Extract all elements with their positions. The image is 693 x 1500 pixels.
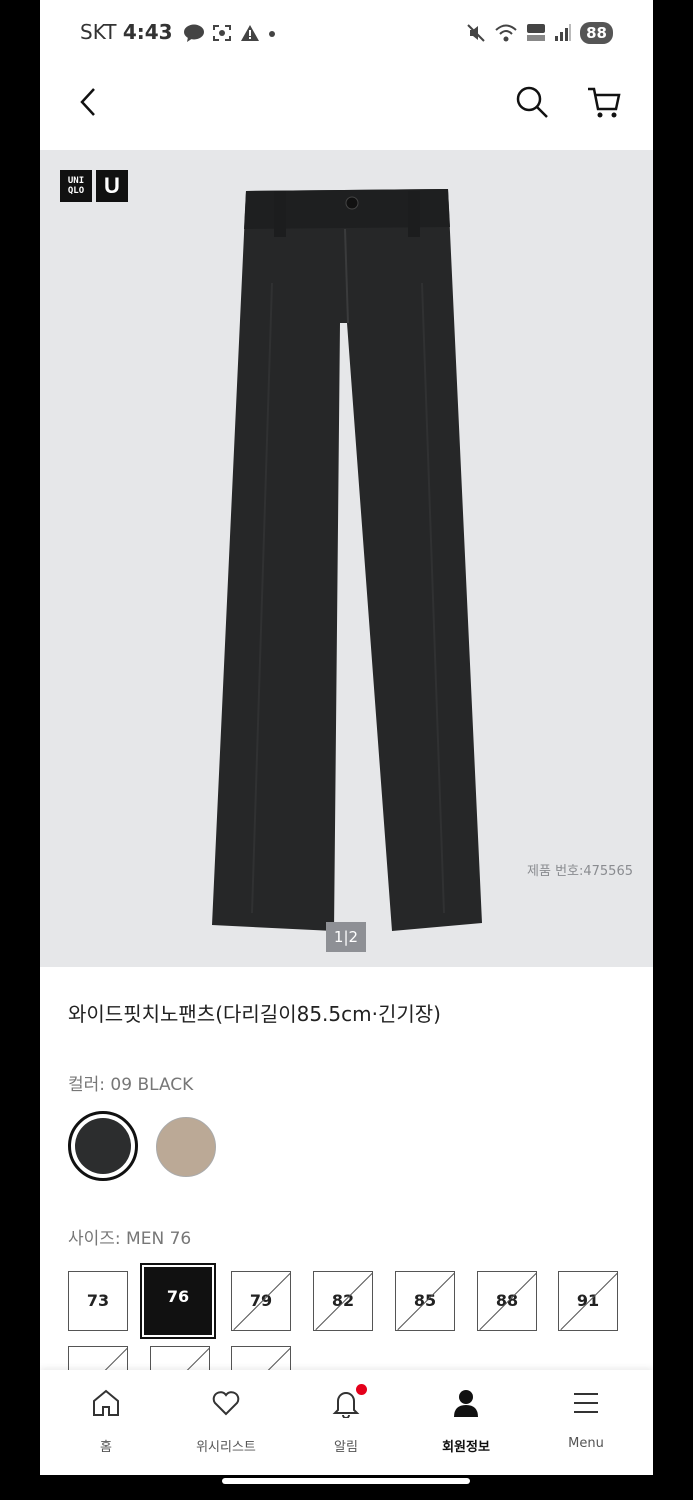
notification-icons [184, 24, 276, 42]
back-icon[interactable] [78, 86, 98, 118]
nav-menu-label: Menu [568, 1436, 604, 1451]
nav-member-info-label: 회원정보 [442, 1440, 490, 1455]
talk-icon [184, 24, 204, 42]
nav-wishlist[interactable]: 위시리스트 [166, 1370, 286, 1475]
nav-home-label: 홈 [100, 1440, 112, 1455]
menu-icon [574, 1393, 598, 1413]
logo-text-top: UNI [67, 176, 85, 186]
search-icon[interactable] [514, 84, 550, 120]
warning-icon [241, 25, 259, 41]
screenshot-icon [213, 25, 231, 41]
carrier-label: SKT [80, 20, 117, 44]
color-swatch-black-fill [75, 1118, 131, 1174]
size-option-79[interactable]: 79 [231, 1271, 291, 1331]
uniqlo-u-logo: U [96, 170, 128, 202]
person-icon [454, 1390, 478, 1417]
product-number: 제품 번호:475565 [527, 864, 633, 879]
status-time: SKT 4:43 [80, 20, 173, 44]
size-option-88[interactable]: 88 [477, 1271, 537, 1331]
size-option-91[interactable]: 91 [558, 1271, 618, 1331]
nav-home[interactable]: 홈 [46, 1370, 166, 1475]
signal-icon [555, 24, 572, 41]
home-icon [93, 1389, 119, 1416]
color-label: 컬러: 09 BLACK [68, 1075, 194, 1095]
wifi-icon [495, 24, 517, 42]
cart-icon[interactable] [586, 84, 622, 120]
size-option-76[interactable]: 76 [140, 1263, 216, 1339]
status-bar: SKT 4:43 88 [40, 0, 653, 66]
brand-logo: UNI QLO U [60, 170, 128, 202]
color-swatch-beige[interactable] [156, 1117, 216, 1177]
product-title: 와이드핏치노팬츠(다리길이85.5cm·긴기장) [68, 1002, 441, 1026]
app-screen: SKT 4:43 88 UNI QLO U 제품 번호:475565 1|2 와… [40, 0, 653, 1475]
product-image-carousel[interactable]: UNI QLO U 제품 번호:475565 1|2 [40, 150, 653, 967]
pager-current: 1 [333, 928, 344, 946]
mute-icon [467, 24, 485, 42]
clock: 4:43 [122, 20, 173, 44]
hd-voice-icon [527, 24, 546, 41]
size-option-73[interactable]: 73 [68, 1271, 128, 1331]
product-photo-pants [212, 189, 482, 931]
system-icons: 88 [466, 22, 613, 44]
bottom-nav: 홈 위시리스트 알림 회원정보 Menu [40, 1370, 653, 1475]
pager-total: 2 [348, 928, 359, 946]
top-nav [40, 66, 653, 150]
heart-icon [212, 1391, 240, 1416]
nav-notifications[interactable]: 알림 [286, 1370, 406, 1475]
nav-wishlist-label: 위시리스트 [196, 1440, 256, 1455]
logo-text-bottom: QLO [67, 186, 85, 196]
uniqlo-logo: UNI QLO [60, 170, 92, 202]
gesture-home-bar[interactable] [222, 1478, 470, 1484]
nav-notifications-label: 알림 [334, 1440, 358, 1455]
size-label: 사이즈: MEN 76 [68, 1229, 192, 1249]
nav-member-info[interactable]: 회원정보 [406, 1370, 526, 1475]
color-swatch-black[interactable] [68, 1111, 138, 1181]
image-pager: 1|2 [326, 922, 366, 952]
size-option-82[interactable]: 82 [313, 1271, 373, 1331]
battery-level: 88 [580, 22, 613, 44]
nav-menu[interactable]: Menu [526, 1370, 646, 1475]
size-option-85[interactable]: 85 [395, 1271, 455, 1331]
dot-icon [269, 31, 275, 37]
notification-badge [356, 1384, 367, 1395]
